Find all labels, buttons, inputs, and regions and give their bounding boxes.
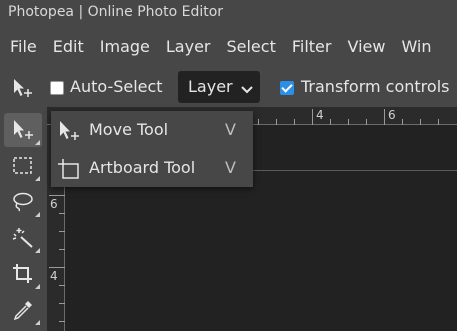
- flyout-item-label: Artboard Tool: [89, 158, 196, 177]
- window-title: Photopea | Online Photo Editor: [0, 0, 457, 24]
- move-tool-button[interactable]: [4, 113, 42, 147]
- auto-select-checkbox[interactable]: [50, 81, 64, 95]
- menu-view[interactable]: View: [347, 37, 385, 56]
- eyedropper-tool-button[interactable]: [4, 293, 42, 327]
- flyout-item-shortcut: V: [225, 120, 236, 139]
- move-arrow-icon: [14, 120, 33, 139]
- menu-window[interactable]: Win: [401, 37, 431, 56]
- transform-controls-checkbox[interactable]: [280, 81, 294, 95]
- ruler-label: 4: [316, 108, 324, 122]
- marquee-tool-button[interactable]: [4, 149, 42, 183]
- tool-group-indicator: [35, 140, 40, 145]
- flyout-item-artboard-tool[interactable]: Artboard Tool V: [51, 149, 253, 187]
- menu-layer[interactable]: Layer: [166, 37, 211, 56]
- tool-group-indicator: [35, 284, 40, 289]
- lasso-icon: [13, 192, 33, 212]
- menu-image[interactable]: Image: [100, 37, 150, 56]
- auto-select-target-dropdown[interactable]: Layer: [178, 71, 260, 103]
- chevron-down-icon: [240, 81, 254, 94]
- dropdown-value: Layer: [188, 77, 233, 96]
- menu-edit[interactable]: Edit: [53, 37, 84, 56]
- tool-group-indicator: [35, 248, 40, 253]
- move-arrow-icon: [60, 121, 79, 140]
- move-tool-options-icon: [12, 78, 34, 98]
- flyout-item-move-tool[interactable]: Move Tool V: [51, 111, 253, 149]
- eyedropper-icon: [13, 301, 32, 321]
- lasso-tool-button[interactable]: [4, 185, 42, 219]
- flyout-item-shortcut: V: [225, 158, 236, 177]
- menu-file[interactable]: File: [10, 37, 37, 56]
- tool-group-indicator: [35, 176, 40, 181]
- ruler-label: 4: [50, 269, 58, 283]
- artboard-icon: [58, 159, 79, 179]
- auto-select-label: Auto-Select: [70, 77, 163, 96]
- transform-controls-label: Transform controls: [301, 77, 450, 96]
- magic-wand-icon: [12, 228, 33, 248]
- tools-panel: [0, 107, 47, 331]
- marquee-icon: [13, 157, 32, 174]
- flyout-item-label: Move Tool: [89, 120, 169, 139]
- tool-flyout-menu: Move Tool V Artboard Tool V: [51, 111, 253, 187]
- tool-group-indicator: [35, 320, 40, 325]
- crop-tool-button[interactable]: [4, 257, 42, 291]
- magic-wand-tool-button[interactable]: [4, 221, 42, 255]
- menu-filter[interactable]: Filter: [292, 37, 332, 56]
- menu-select[interactable]: Select: [226, 37, 275, 56]
- tool-group-indicator: [35, 212, 40, 217]
- menu-bar: File Edit Image Layer Select Filter View…: [0, 24, 457, 69]
- ruler-label: 6: [388, 108, 396, 122]
- crop-icon: [13, 264, 32, 283]
- ruler-label: 6: [50, 197, 58, 211]
